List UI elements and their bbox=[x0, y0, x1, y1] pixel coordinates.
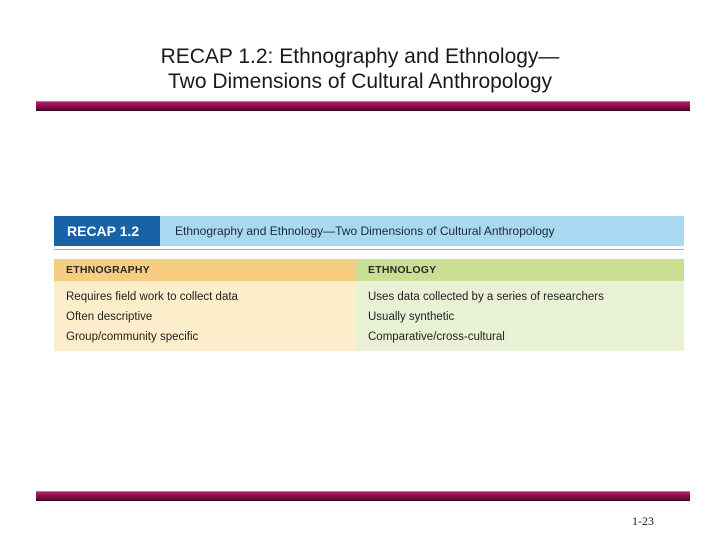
ethnology-header: ETHNOLOGY bbox=[356, 259, 684, 281]
ethnology-column: ETHNOLOGY Uses data collected by a serie… bbox=[356, 259, 684, 351]
list-item: Often descriptive bbox=[66, 311, 153, 323]
recap-divider bbox=[54, 249, 684, 250]
recap-table: ETHNOGRAPHY Requires field work to colle… bbox=[54, 259, 684, 351]
list-item: Uses data collected by a series of resea… bbox=[368, 291, 604, 303]
recap-badge: RECAP 1.2 bbox=[54, 216, 160, 246]
ethnography-header: ETHNOGRAPHY bbox=[54, 259, 356, 281]
list-item: Requires field work to collect data bbox=[66, 291, 238, 303]
slide-title-line-2: Two Dimensions of Cultural Anthropology bbox=[167, 70, 553, 93]
list-item: Group/community specific bbox=[66, 331, 199, 343]
slide-title: RECAP 1.2: Ethnography and Ethnology— Tw… bbox=[0, 44, 720, 94]
ethnology-list: Uses data collected by a series of resea… bbox=[356, 281, 684, 351]
ethnography-column: ETHNOGRAPHY Requires field work to colle… bbox=[54, 259, 356, 351]
recap-header: RECAP 1.2 Ethnography and Ethnology—Two … bbox=[54, 216, 684, 246]
recap-box: RECAP 1.2 Ethnography and Ethnology—Two … bbox=[54, 216, 684, 351]
list-item: Comparative/cross-cultural bbox=[368, 331, 505, 343]
bottom-divider-bar bbox=[36, 491, 690, 501]
page-number: 1-23 bbox=[632, 514, 654, 528]
ethnography-list: Requires field work to collect data Ofte… bbox=[54, 281, 356, 351]
slide-title-line-1: RECAP 1.2: Ethnography and Ethnology— bbox=[160, 45, 560, 68]
recap-subtitle: Ethnography and Ethnology—Two Dimensions… bbox=[175, 224, 555, 238]
top-divider-bar bbox=[36, 101, 690, 111]
list-item: Usually synthetic bbox=[368, 311, 455, 323]
